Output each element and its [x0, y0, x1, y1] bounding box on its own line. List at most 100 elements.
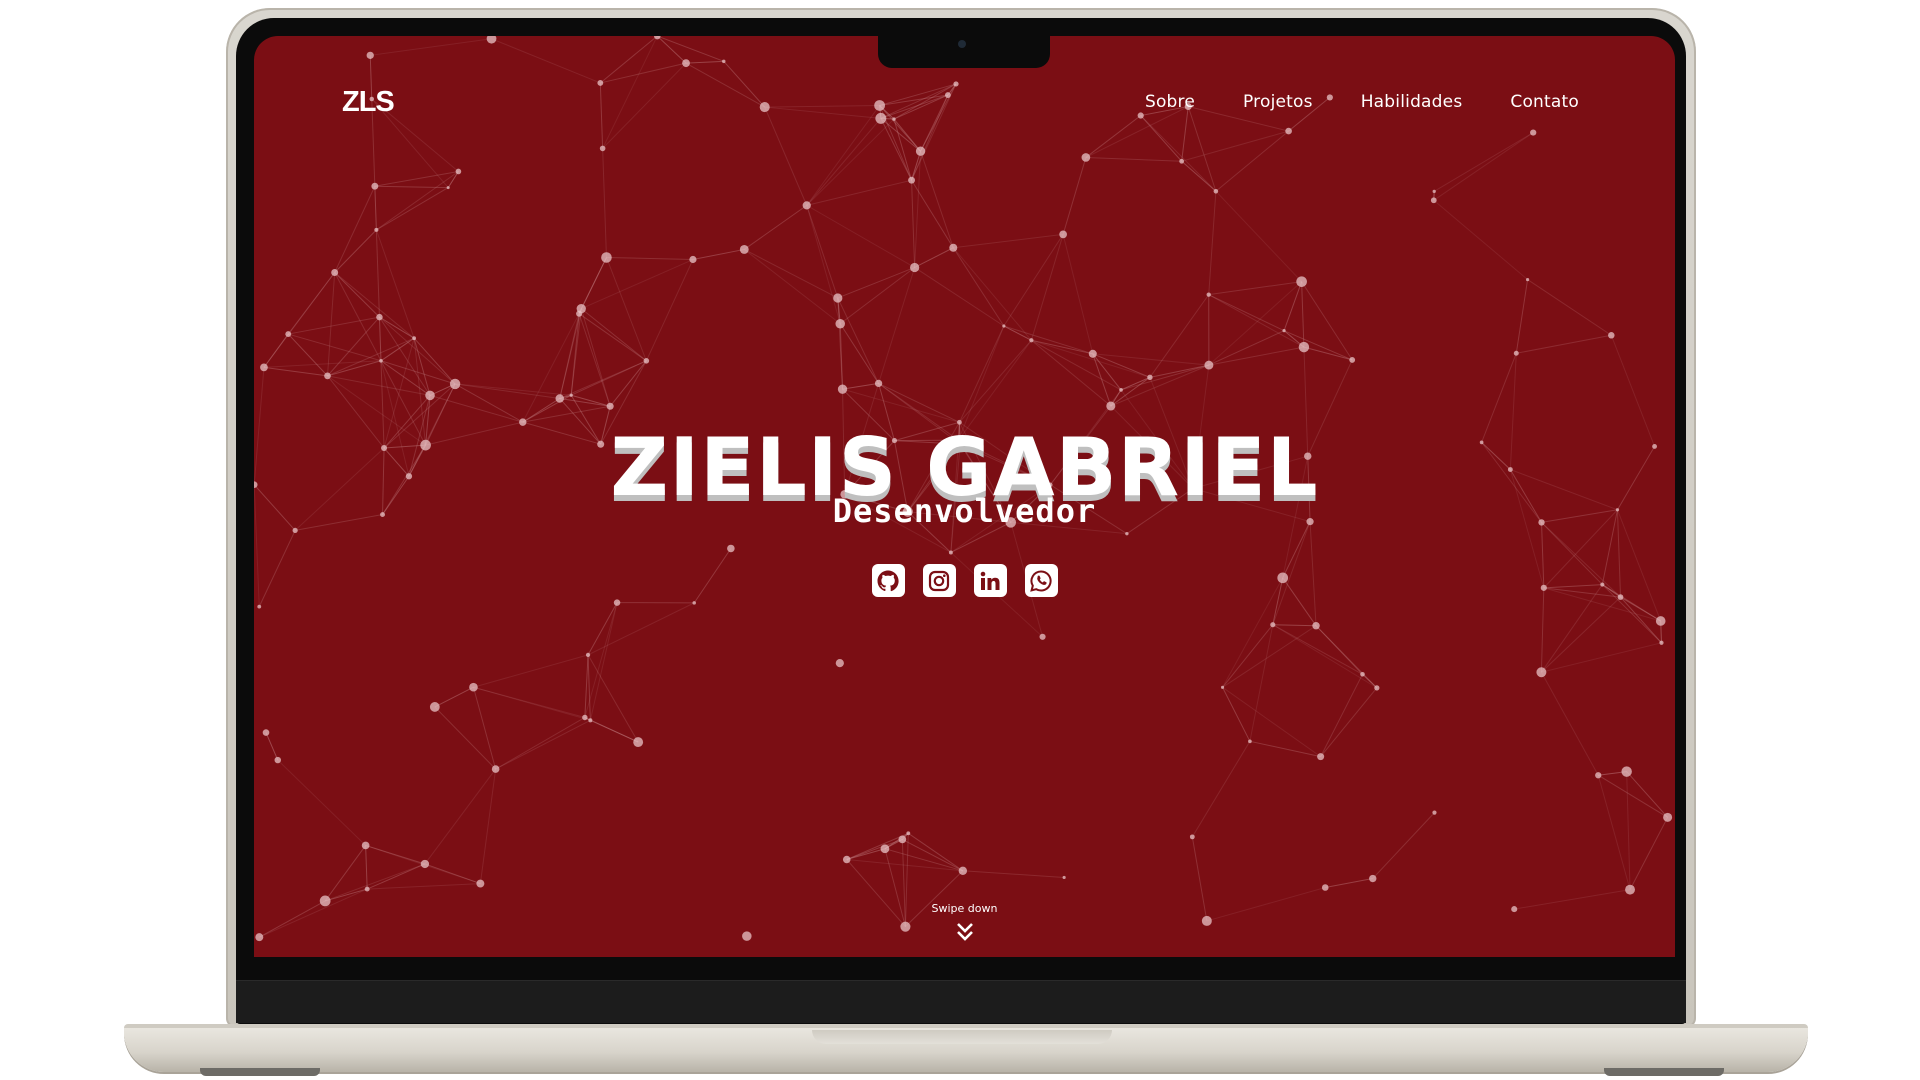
network-link — [366, 863, 426, 890]
network-node — [601, 252, 612, 263]
swipe-down-label: Swipe down — [931, 902, 998, 915]
network-link — [839, 323, 880, 384]
network-node — [1189, 834, 1195, 840]
network-node — [692, 601, 696, 605]
network-node — [915, 146, 926, 156]
network-node — [274, 756, 281, 764]
network-node — [379, 358, 383, 363]
nav-link-projetos[interactable]: Projetos — [1243, 92, 1313, 112]
network-link — [584, 602, 618, 718]
network-node — [682, 59, 690, 68]
network-node — [446, 186, 450, 190]
network-node — [1432, 810, 1437, 815]
network-link — [914, 247, 954, 268]
network-node — [739, 245, 749, 254]
network-node — [1321, 884, 1329, 891]
nav-link-sobre[interactable]: Sobre — [1145, 92, 1195, 112]
network-link — [1362, 673, 1378, 689]
network-node — [1655, 616, 1666, 626]
network-link — [472, 687, 497, 770]
instagram-link[interactable] — [922, 564, 956, 597]
network-node — [361, 841, 370, 850]
network-link — [327, 316, 380, 377]
network-link — [723, 61, 766, 108]
network-link — [473, 654, 589, 688]
network-node — [908, 176, 915, 184]
network-link — [1208, 346, 1305, 366]
network-node — [476, 879, 485, 888]
linkedin-link[interactable] — [973, 564, 1007, 597]
network-link — [1031, 339, 1122, 391]
network-link — [1062, 157, 1087, 235]
network-node — [949, 243, 958, 252]
network-link — [602, 62, 687, 149]
network-link — [424, 863, 481, 885]
nav-link-contato[interactable]: Contato — [1510, 92, 1579, 112]
network-link — [606, 256, 693, 261]
network-link — [434, 706, 496, 770]
network-link — [380, 360, 456, 385]
network-link — [374, 170, 459, 187]
network-node — [722, 59, 726, 64]
network-node — [597, 80, 604, 86]
network-link — [1433, 132, 1534, 192]
network-node — [491, 765, 500, 773]
social-links — [254, 564, 1675, 597]
network-node — [1147, 374, 1153, 381]
network-node — [1595, 772, 1602, 779]
network-node — [425, 390, 435, 401]
network-node — [727, 544, 735, 553]
network-link — [367, 883, 481, 890]
network-link — [287, 333, 328, 377]
nav-link-habilidades[interactable]: Habilidades — [1361, 92, 1463, 112]
network-link — [1149, 364, 1209, 378]
network-node — [1125, 531, 1129, 536]
network-node — [1088, 349, 1097, 358]
site-logo[interactable]: ZLS — [342, 86, 395, 119]
network-node — [1663, 812, 1673, 822]
network-node — [613, 599, 621, 606]
network-node — [285, 331, 292, 337]
whatsapp-link[interactable] — [1024, 564, 1058, 597]
network-node — [324, 372, 331, 380]
network-link — [365, 845, 368, 890]
network-node — [260, 363, 268, 372]
network-link — [692, 248, 745, 261]
network-link — [952, 247, 1032, 341]
network-node — [1002, 324, 1006, 328]
network-link — [327, 272, 336, 376]
network-node — [833, 293, 843, 303]
network-node — [842, 855, 851, 864]
double-chevron-down-icon[interactable] — [954, 920, 976, 944]
network-link — [1433, 132, 1534, 201]
network-link — [1208, 281, 1302, 366]
network-link — [1272, 624, 1363, 675]
network-node — [759, 102, 770, 113]
network-link — [375, 229, 380, 318]
network-node — [585, 652, 591, 658]
network-link — [806, 118, 895, 206]
network-link — [1208, 281, 1302, 296]
network-link — [1540, 672, 1599, 776]
network-node — [1312, 621, 1320, 630]
network-link — [686, 60, 724, 64]
network-link — [1320, 687, 1378, 757]
network-node — [455, 168, 462, 175]
network-link — [1120, 364, 1210, 391]
instagram-icon — [928, 570, 950, 591]
network-link — [685, 62, 765, 108]
network-link — [743, 204, 808, 250]
network-node — [1369, 874, 1377, 883]
network-link — [1191, 741, 1251, 838]
whatsapp-icon — [1030, 569, 1052, 592]
github-link[interactable] — [871, 564, 905, 597]
network-node — [1432, 189, 1436, 193]
network-link — [806, 205, 841, 324]
network-link — [1140, 115, 1217, 192]
network-link — [434, 686, 474, 708]
linkedin-icon — [980, 571, 1000, 590]
network-link — [1003, 234, 1064, 327]
network-node — [1179, 158, 1185, 164]
network-link — [806, 204, 915, 268]
network-node — [958, 866, 968, 876]
